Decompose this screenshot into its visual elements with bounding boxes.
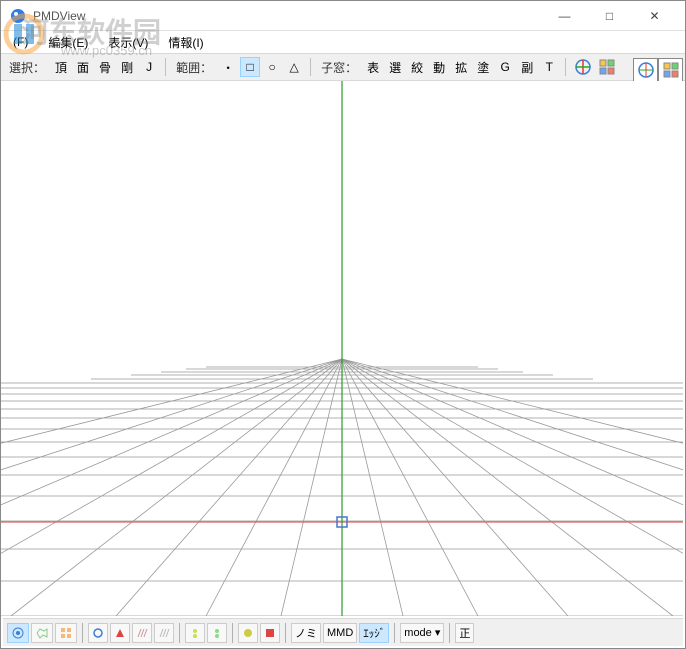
status-circle-blue-icon[interactable] <box>88 623 108 643</box>
range-square-button[interactable]: □ <box>240 57 260 77</box>
view-controls-quad <box>633 58 683 82</box>
separator <box>165 58 166 76</box>
status-circle-solid-icon[interactable] <box>238 623 258 643</box>
window-title: PMDView <box>33 9 542 23</box>
child-expand-button[interactable]: 拡 <box>451 57 471 77</box>
status-target-icon[interactable] <box>7 623 29 643</box>
status-triangle-red-icon[interactable] <box>110 623 130 643</box>
separator <box>179 623 180 643</box>
child-window-label: 子窓： <box>317 59 361 76</box>
separator <box>449 623 450 643</box>
status-nomi-button[interactable]: ノミ <box>291 623 321 643</box>
menu-info[interactable]: 情報(I) <box>160 32 211 53</box>
range-circle-button[interactable]: ○ <box>262 57 282 77</box>
child-paint-button[interactable]: 塗 <box>473 57 493 77</box>
separator <box>285 623 286 643</box>
toolbar: 選択： 頂 面 骨 剛 J 範囲： ・ □ ○ △ 子窓： 表 選 絞 動 拡 … <box>1 53 685 81</box>
select-face-button[interactable]: 面 <box>73 57 93 77</box>
status-bone1-icon[interactable] <box>185 623 205 643</box>
select-vertex-button[interactable]: 頂 <box>51 57 71 77</box>
child-narrow-button[interactable]: 絞 <box>407 57 427 77</box>
gizmo-translate-icon[interactable] <box>572 57 594 77</box>
view-gizmo-icon[interactable] <box>633 58 658 82</box>
gizmo-grid-icon[interactable] <box>596 57 618 77</box>
viewport-3d[interactable] <box>1 81 683 616</box>
select-rigid-button[interactable]: 剛 <box>117 57 137 77</box>
titlebar: PMDView — □ ✕ <box>1 1 685 31</box>
select-bone-button[interactable]: 骨 <box>95 57 115 77</box>
range-dot-button[interactable]: ・ <box>218 57 238 77</box>
child-select-button[interactable]: 選 <box>385 57 405 77</box>
maximize-button[interactable]: □ <box>587 2 632 30</box>
range-label: 範囲： <box>172 59 216 76</box>
select-label: 選択： <box>5 59 49 76</box>
status-ortho-button[interactable]: 正 <box>455 623 474 643</box>
statusbar: ノミ MMD ｴｯｼﾞ mode ▾ 正 <box>3 618 683 646</box>
range-triangle-button[interactable]: △ <box>284 57 304 77</box>
menu-edit[interactable]: 編集(E) <box>40 32 96 53</box>
menubar: (F) 編集(E) 表示(V) 情報(I) <box>1 31 685 53</box>
status-grid-icon[interactable] <box>55 623 77 643</box>
menu-view[interactable]: 表示(V) <box>100 32 156 53</box>
menu-file[interactable]: (F) <box>5 33 36 51</box>
separator <box>232 623 233 643</box>
child-surface-button[interactable]: 表 <box>363 57 383 77</box>
grid-floor <box>1 81 683 616</box>
separator <box>394 623 395 643</box>
select-joint-button[interactable]: J <box>139 57 159 77</box>
status-mesh-icon[interactable] <box>31 623 53 643</box>
status-square-solid-icon[interactable] <box>260 623 280 643</box>
status-edge-button[interactable]: ｴｯｼﾞ <box>359 623 389 643</box>
app-icon <box>9 7 27 25</box>
close-button[interactable]: ✕ <box>632 2 677 30</box>
child-move-button[interactable]: 動 <box>429 57 449 77</box>
child-g-button[interactable]: G <box>495 57 515 77</box>
separator <box>82 623 83 643</box>
minimize-button[interactable]: — <box>542 2 587 30</box>
view-quad-icon[interactable] <box>658 58 683 82</box>
separator <box>565 58 566 76</box>
child-copy-button[interactable]: 副 <box>517 57 537 77</box>
status-lines1-icon[interactable] <box>132 623 152 643</box>
status-lines2-icon[interactable] <box>154 623 174 643</box>
child-t-button[interactable]: T <box>539 57 559 77</box>
status-mode-button[interactable]: mode ▾ <box>400 623 444 643</box>
status-bone2-icon[interactable] <box>207 623 227 643</box>
status-mmd-button[interactable]: MMD <box>323 623 357 643</box>
separator <box>310 58 311 76</box>
